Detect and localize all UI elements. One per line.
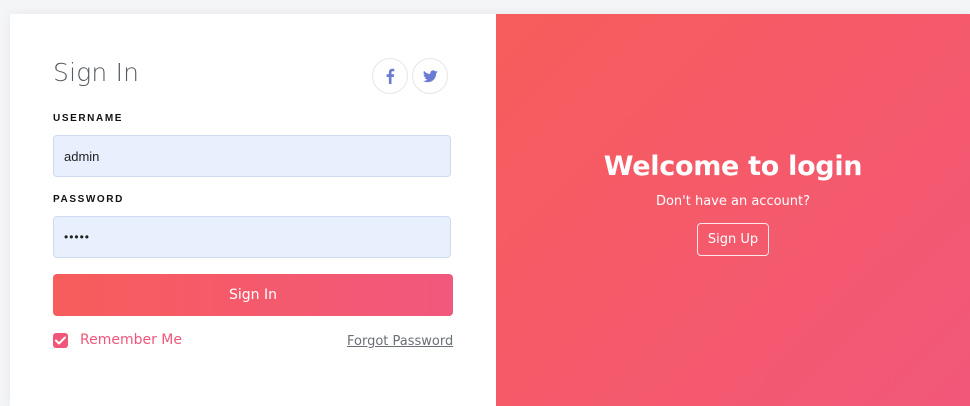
account-prompt: Don't have an account? bbox=[655, 193, 811, 209]
facebook-icon bbox=[385, 68, 395, 84]
remember-me-checkbox[interactable]: Remember Me bbox=[53, 332, 182, 348]
username-input[interactable] bbox=[53, 135, 451, 177]
welcome-heading: Welcome to login bbox=[603, 150, 863, 182]
sign-in-panel: Sign In USERNAME PASSWORD Sign In bbox=[10, 14, 496, 406]
twitter-button[interactable] bbox=[412, 58, 448, 94]
sign-up-button[interactable]: Sign Up bbox=[696, 222, 770, 256]
sign-in-button[interactable]: Sign In bbox=[53, 274, 453, 316]
twitter-icon bbox=[422, 69, 438, 83]
username-label: USERNAME bbox=[53, 113, 124, 124]
sign-in-title: Sign In bbox=[53, 58, 140, 87]
login-card: Sign In USERNAME PASSWORD Sign In bbox=[10, 14, 970, 406]
facebook-button[interactable] bbox=[372, 58, 408, 94]
checkbox-checked-icon bbox=[53, 332, 68, 348]
welcome-panel: Welcome to login Don't have an account? … bbox=[496, 14, 970, 406]
forgot-password-link[interactable]: Forgot Password bbox=[347, 334, 453, 349]
password-label: PASSWORD bbox=[53, 194, 124, 205]
remember-me-label: Remember Me bbox=[80, 332, 182, 348]
password-input[interactable] bbox=[53, 216, 451, 258]
